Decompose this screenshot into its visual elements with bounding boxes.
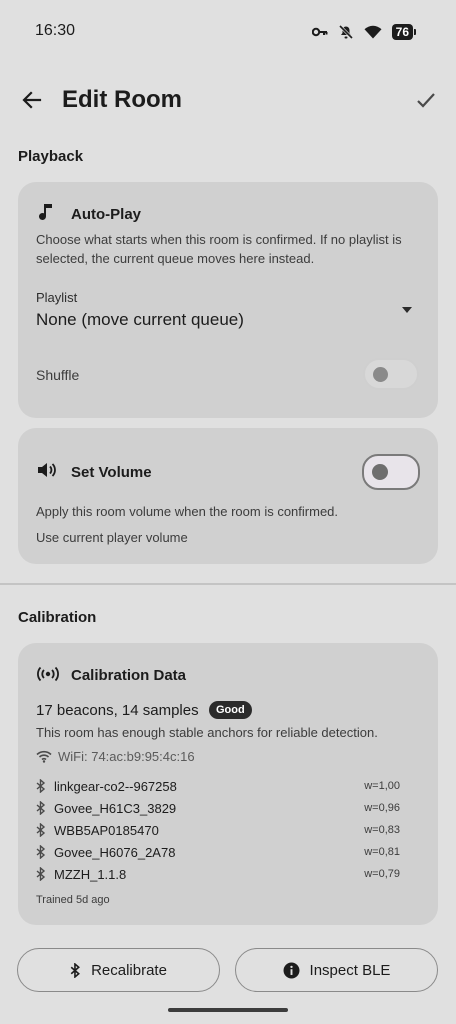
mute-icon (338, 24, 353, 40)
bluetooth-icon (36, 779, 46, 793)
status-icons: 76 (311, 24, 416, 40)
key-icon (311, 27, 328, 37)
calibration-section-title: Calibration (18, 609, 97, 626)
autoplay-card: Auto-Play Choose what starts when this r… (18, 182, 438, 418)
check-icon[interactable] (414, 88, 438, 112)
status-time: 16:30 (35, 22, 76, 39)
inspect-ble-button[interactable]: Inspect BLE (235, 948, 438, 992)
shuffle-toggle[interactable] (363, 358, 419, 390)
recalibrate-button[interactable]: Recalibrate (17, 948, 220, 992)
back-arrow-icon[interactable] (20, 88, 44, 112)
wifi-icon (364, 25, 382, 39)
shuffle-label: Shuffle (36, 367, 80, 383)
wifi-address: WiFi: 74:ac:b9:95:4c:16 (58, 749, 195, 764)
bluetooth-icon (36, 801, 46, 815)
autoplay-description: Choose what starts when this room is con… (36, 232, 402, 266)
beacon-name: linkgear-co2--967258 (54, 778, 177, 794)
beacon-name: Govee_H6076_2A78 (54, 844, 176, 860)
beacon-weight: w=0,79 (364, 868, 400, 880)
quality-badge: Good (209, 701, 252, 719)
wifi-icon (36, 750, 52, 763)
page-title: Edit Room (62, 86, 182, 113)
volume-title: Set Volume (71, 464, 152, 481)
volume-mode[interactable]: Use current player volume (36, 528, 188, 547)
calibration-card: Calibration Data 17 beacons, 14 samples … (18, 643, 438, 925)
beacon-name: MZZH_1.1.8 (54, 866, 127, 882)
beacon-signal-icon (37, 666, 59, 682)
beacon-weight: w=1,00 (364, 780, 400, 792)
volume-toggle[interactable] (362, 454, 420, 490)
playlist-value: None (move current queue) (36, 310, 244, 329)
trained-timestamp: Trained 5d ago (36, 894, 110, 906)
bluetooth-icon (70, 962, 81, 978)
beacon-row: WBB5AP0185470 w=0,83 (36, 819, 400, 841)
info-icon (283, 962, 300, 978)
battery-level: 76 (391, 24, 413, 40)
section-divider (0, 583, 456, 585)
calibration-title: Calibration Data (71, 667, 187, 684)
beacon-weight: w=0,83 (364, 824, 400, 836)
beacon-name: Govee_H61C3_3829 (54, 800, 177, 816)
volume-icon (38, 463, 56, 477)
playlist-dropdown[interactable]: Playlist None (move current queue) (18, 286, 438, 336)
volume-description: Apply this room volume when the room is … (36, 504, 339, 519)
beacon-weight: w=0,96 (364, 802, 400, 814)
playback-section-title: Playback (18, 148, 84, 165)
autoplay-title: Auto-Play (71, 206, 142, 223)
music-note-icon (39, 204, 52, 220)
home-indicator[interactable] (168, 1008, 288, 1012)
recalibrate-label: Recalibrate (91, 961, 167, 979)
beacon-row: Govee_H61C3_3829 w=0,96 (36, 797, 400, 819)
playlist-label: Playlist (36, 290, 78, 305)
bluetooth-icon (36, 845, 46, 859)
bluetooth-icon (36, 823, 46, 837)
beacon-weight: w=0,81 (364, 846, 400, 858)
dropdown-arrow-icon (402, 307, 412, 313)
beacon-name: WBB5AP0185470 (54, 822, 159, 838)
calibration-description: This room has enough stable anchors for … (36, 725, 378, 740)
inspect-ble-label: Inspect BLE (309, 961, 391, 979)
beacon-row: Govee_H6076_2A78 w=0,81 (36, 841, 400, 863)
bluetooth-icon (36, 867, 46, 881)
beacon-row: MZZH_1.1.8 w=0,79 (36, 863, 400, 885)
volume-card: Set Volume Apply this room volume when t… (18, 428, 438, 564)
beacon-row: linkgear-co2--967258 w=1,00 (36, 775, 400, 797)
calibration-summary: 17 beacons, 14 samples (36, 702, 199, 719)
battery-icon (414, 29, 416, 35)
